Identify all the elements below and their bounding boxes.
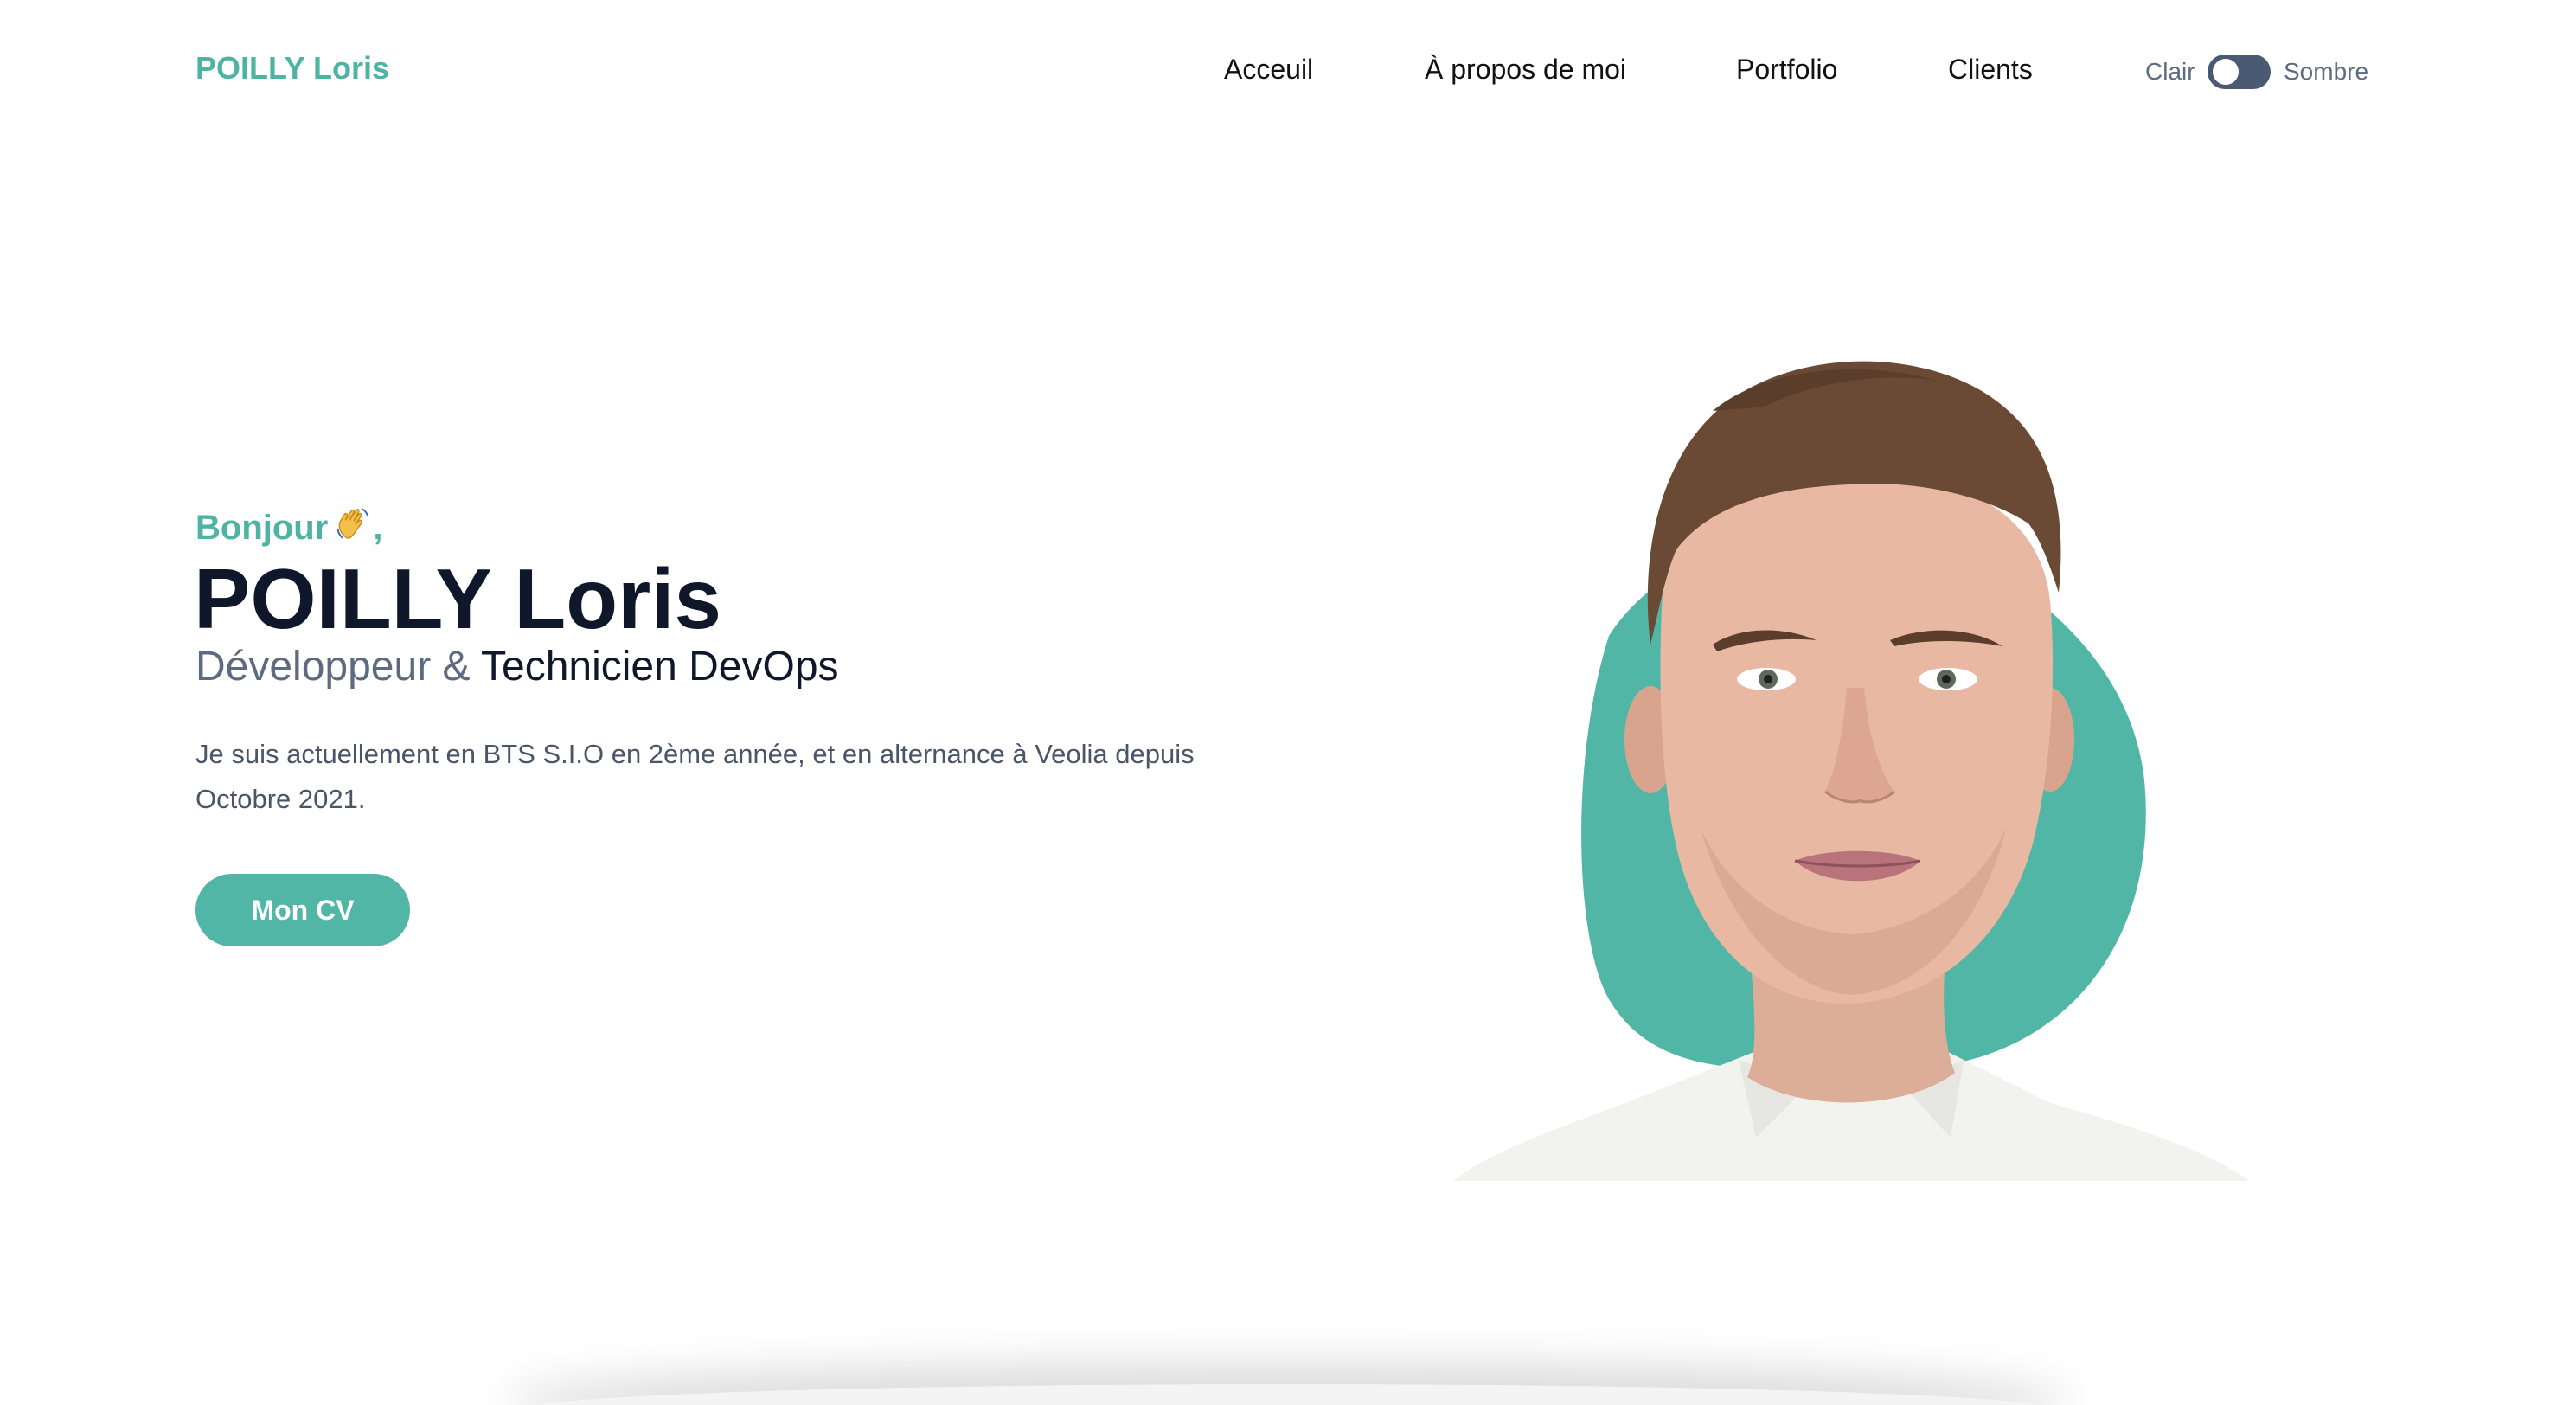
greeting-text: Bonjour: [195, 509, 329, 547]
theme-light-label: Clair: [2145, 58, 2195, 85]
hero-description: Je suis actuellement en BTS S.I.O en 2èm…: [195, 739, 1195, 814]
hero-role: Développeur & Technicien DevOps: [195, 643, 839, 690]
profile-photo: [1453, 361, 2249, 1181]
greeting-comma: ,: [373, 509, 383, 547]
nav-item-acceuil[interactable]: Acceuil: [1224, 54, 1313, 86]
role-suffix: Technicien DevOps: [481, 644, 839, 690]
nav-item-clients[interactable]: Clients: [1948, 54, 2033, 86]
section-divider-shadow: [519, 1384, 2059, 1405]
site-logo[interactable]: POILLY Loris: [195, 50, 389, 87]
theme-dark-label: Sombre: [2284, 58, 2369, 85]
page: POILLY Loris Acceuil À propos de moi Por…: [0, 0, 2576, 1405]
hero-greeting: Bonjour ,: [195, 504, 382, 548]
cv-button[interactable]: Mon CV: [195, 874, 410, 946]
toggle-knob: [2213, 59, 2239, 85]
nav-item-portfolio[interactable]: Portfolio: [1736, 54, 1837, 86]
theme-toggle[interactable]: [2208, 55, 2271, 89]
role-prefix: Développeur &: [195, 644, 471, 690]
hero-name: POILLY Loris: [194, 551, 721, 646]
nav-item-about[interactable]: À propos de moi: [1425, 54, 1626, 86]
waving-hand-icon: [337, 508, 369, 539]
